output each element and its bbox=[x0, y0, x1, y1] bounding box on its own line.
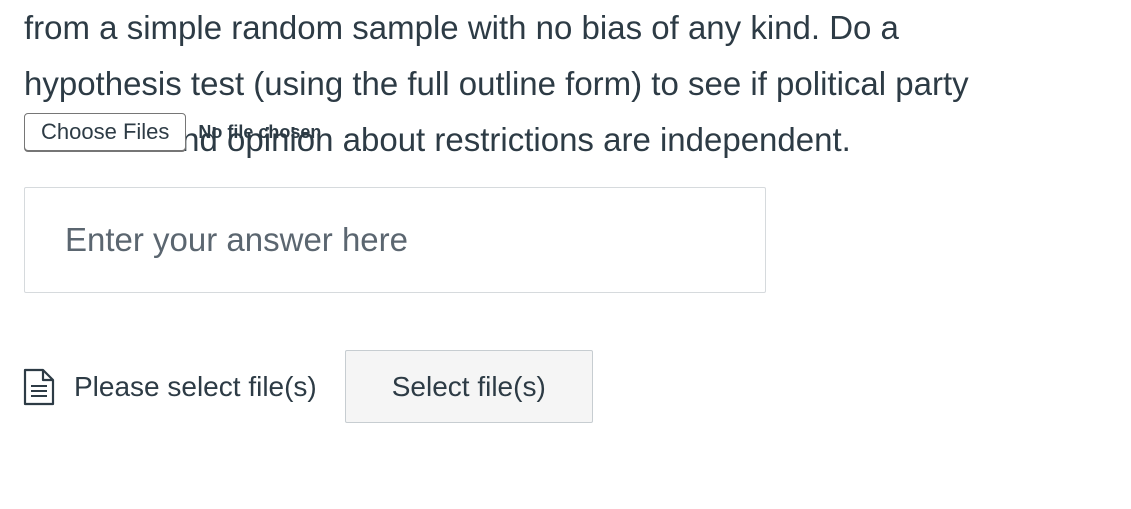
answer-field-container[interactable] bbox=[24, 187, 766, 293]
choose-files-button[interactable]: Choose Files bbox=[24, 113, 187, 151]
select-files-button[interactable]: Select file(s) bbox=[344, 350, 593, 423]
answer-input[interactable] bbox=[63, 220, 727, 260]
file-upload-row: Please select file(s) Select file(s) bbox=[22, 350, 593, 423]
document-icon bbox=[23, 368, 55, 405]
question-line-2: hypothesis test (using the full outline … bbox=[24, 65, 969, 102]
file-upload-prompt: Please select file(s) bbox=[74, 370, 317, 402]
question-line-1: from a simple random sample with no bias… bbox=[24, 9, 899, 46]
no-file-chosen-label: No file chosen bbox=[198, 121, 322, 142]
native-file-input[interactable]: Choose Files No file chosen bbox=[24, 112, 321, 152]
